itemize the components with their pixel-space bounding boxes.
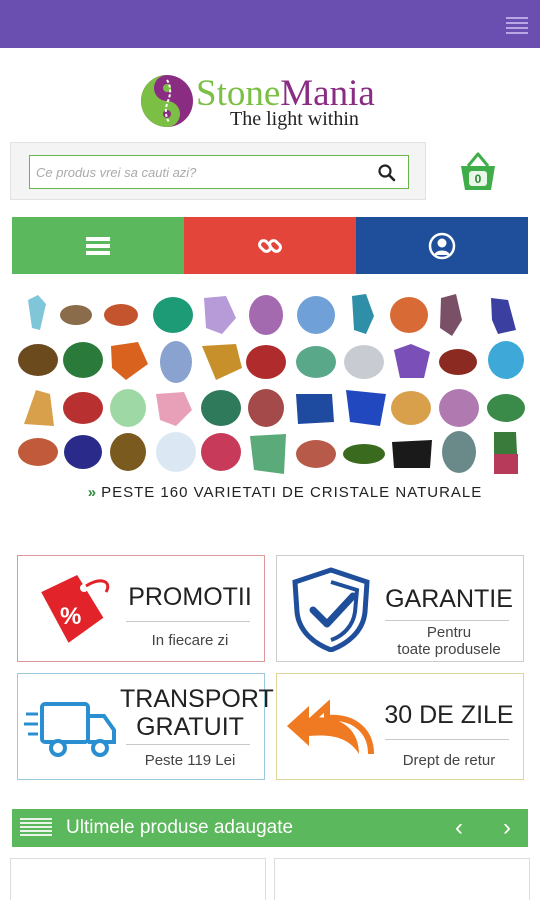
search-icon[interactable]	[377, 163, 397, 183]
warranty-card[interactable]: GARANTIE Pentru toate produsele	[276, 555, 524, 662]
nav-menu-button[interactable]	[12, 217, 184, 274]
warranty-subtitle-line1: Pentru	[426, 624, 472, 641]
returns-subtitle: Drept de retur	[402, 752, 496, 769]
returns-title: 30 DE ZILE	[384, 701, 514, 729]
free-shipping-subtitle: Peste 119 Lei	[144, 752, 236, 769]
hamburger-icon[interactable]	[506, 17, 528, 34]
search-area	[10, 142, 426, 200]
nav-links-button[interactable]	[184, 217, 356, 274]
free-shipping-title-line2: GRATUIT	[136, 713, 244, 741]
search-input[interactable]	[29, 155, 409, 189]
link-icon	[258, 238, 282, 253]
user-icon	[428, 232, 456, 259]
crystal-collage-image	[18, 294, 525, 474]
shield-check-icon	[292, 567, 370, 652]
warranty-subtitle-line2: toate produsele	[397, 641, 501, 658]
warranty-title: GARANTIE	[385, 585, 513, 613]
latest-products-bar: Ultimele produse adaugate ‹ ›	[12, 809, 528, 847]
promotions-card[interactable]: % PROMOTII In fiecare zi	[17, 555, 265, 662]
site-logo[interactable]: StoneMania The light within	[140, 72, 410, 132]
price-tag-icon: %	[41, 574, 110, 643]
returns-card[interactable]: 30 DE ZILE Drept de retur	[276, 673, 524, 780]
free-shipping-card[interactable]: TRANSPORT GRATUIT Peste 119 Lei	[17, 673, 274, 780]
return-arrow-icon	[287, 699, 374, 755]
product-card[interactable]	[10, 858, 266, 900]
free-shipping-title-line1: TRANSPORT	[120, 685, 274, 713]
chevron-right-icon[interactable]: ›	[492, 809, 522, 847]
cart-count: 0	[474, 172, 482, 186]
latest-products-label: Ultimele produse adaugate	[66, 817, 294, 838]
promotions-title: PROMOTII	[128, 583, 252, 611]
list-icon	[86, 236, 110, 255]
brand-tagline: The light within	[230, 108, 359, 130]
top-bar	[0, 0, 540, 48]
svg-text:%: %	[60, 603, 81, 630]
product-card[interactable]	[274, 858, 530, 900]
crystals-caption: » PESTE 160 VARIETATI DE CRISTALE NATURAL…	[87, 484, 483, 501]
chevron-left-icon[interactable]: ‹	[444, 809, 474, 847]
cart-button[interactable]: 0	[458, 150, 498, 194]
promotions-subtitle: In fiecare zi	[151, 632, 229, 649]
delivery-truck-icon	[24, 702, 116, 757]
main-nav	[12, 217, 528, 274]
logo-mark-icon	[141, 75, 193, 127]
list-icon	[20, 818, 52, 838]
nav-account-button[interactable]	[356, 217, 528, 274]
